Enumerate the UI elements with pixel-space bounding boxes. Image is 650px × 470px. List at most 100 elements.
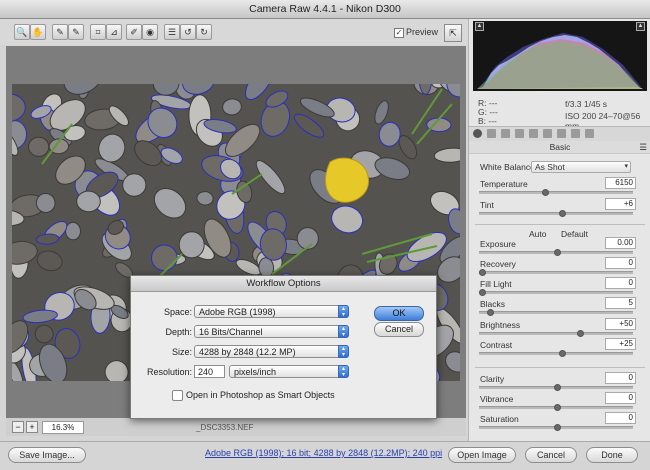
slider-thumb[interactable]: [558, 210, 566, 217]
value-field-exposure[interactable]: 0.00: [605, 237, 636, 249]
tab-hsl-icon[interactable]: [515, 129, 524, 138]
slider-thumb[interactable]: [554, 249, 561, 256]
slider-thumb[interactable]: [542, 189, 549, 196]
slider-thumb[interactable]: [554, 424, 561, 431]
readout-b: B: ---: [478, 116, 497, 126]
depth-select[interactable]: 16 Bits/Channel ▴ ▾: [194, 325, 349, 338]
zoom-in-button[interactable]: +: [26, 421, 38, 433]
retouch-tool-icon[interactable]: ✐: [126, 24, 142, 40]
tab-camera-calibration-icon[interactable]: [557, 129, 566, 138]
resolution-input[interactable]: 240: [194, 365, 225, 378]
size-value: 4288 by 2848 (12.2 MP): [199, 347, 296, 357]
preview-checkbox[interactable]: ✓ Preview: [394, 27, 438, 38]
slider-recovery[interactable]: [479, 269, 633, 276]
panel-tabs: [469, 126, 650, 142]
chevron-down-icon: ▾: [624, 163, 628, 170]
slider-label-contrast: Contrast: [480, 340, 513, 350]
panel-title: Basic ☰: [469, 141, 650, 154]
zoom-out-button[interactable]: −: [12, 421, 24, 433]
dialog-title: Workflow Options: [131, 276, 436, 292]
dialog-cancel-button[interactable]: Cancel: [374, 322, 424, 337]
space-select[interactable]: Adobe RGB (1998) ▴ ▾: [194, 305, 349, 318]
slider-exposure[interactable]: [479, 249, 633, 256]
auto-link[interactable]: Auto: [529, 229, 547, 239]
size-select[interactable]: 4288 by 2848 (12.2 MP) ▴ ▾: [194, 345, 349, 358]
resolution-unit-select[interactable]: pixels/inch ▴ ▾: [229, 365, 349, 378]
tab-lens-corrections-icon[interactable]: [543, 129, 552, 138]
smart-objects-checkbox[interactable]: [172, 390, 183, 401]
slider-thumb[interactable]: [486, 309, 494, 316]
tab-split-toning-icon[interactable]: [529, 129, 538, 138]
highlight-clipping-icon[interactable]: ▲: [636, 22, 645, 31]
value-field-saturation[interactable]: 0: [605, 412, 636, 424]
divider: [475, 367, 645, 368]
panel-menu-icon[interactable]: ☰: [639, 141, 647, 153]
slider-label-brightness: Brightness: [480, 320, 521, 330]
space-value: Adobe RGB (1998): [199, 307, 276, 317]
slider-thumb[interactable]: [479, 269, 486, 276]
value-field-tint[interactable]: +6: [605, 198, 636, 210]
tab-presets-icon[interactable]: [571, 129, 580, 138]
cancel-button[interactable]: Cancel: [525, 447, 577, 463]
zoom-level-field[interactable]: 16.3%: [42, 421, 84, 434]
open-image-button[interactable]: Open Image: [448, 447, 516, 463]
canvas-status-bar: − + 16.3% _DSC3353.NEF: [6, 418, 466, 436]
slider-thumb[interactable]: [576, 330, 584, 337]
tab-snapshots-icon[interactable]: [585, 129, 594, 138]
preferences-icon[interactable]: ☰: [164, 24, 180, 40]
slider-fill-light[interactable]: [479, 289, 633, 296]
done-button[interactable]: Done: [586, 447, 638, 463]
straighten-tool-icon[interactable]: ⊿: [106, 24, 122, 40]
rotate-right-icon[interactable]: ↻: [196, 24, 212, 40]
color-sampler-tool-icon[interactable]: ✎: [68, 24, 84, 40]
resolution-unit-value: pixels/inch: [234, 367, 277, 377]
slider-label-saturation: Saturation: [480, 414, 519, 424]
save-image-button[interactable]: Save Image...: [8, 447, 86, 463]
rotate-left-icon[interactable]: ↺: [180, 24, 196, 40]
fullscreen-icon: ⇱: [449, 28, 457, 38]
slider-vibrance[interactable]: [479, 404, 633, 411]
value-field-recovery[interactable]: 0: [605, 257, 636, 269]
shadow-clipping-icon[interactable]: ▲: [475, 22, 484, 31]
slider-tint[interactable]: [479, 210, 633, 217]
white-balance-tool-icon[interactable]: ✎: [52, 24, 68, 40]
preview-check-icon[interactable]: ✓: [394, 27, 404, 38]
value-field-contrast[interactable]: +25: [605, 338, 636, 350]
slider-contrast[interactable]: [479, 350, 633, 357]
slider-clarity[interactable]: [479, 384, 633, 391]
slider-label-clarity: Clarity: [480, 374, 505, 384]
value-field-clarity[interactable]: 0: [605, 372, 636, 384]
slider-blacks[interactable]: [479, 309, 633, 316]
red-eye-tool-icon[interactable]: ◉: [142, 24, 158, 40]
workflow-options-dialog: Workflow Options Space: Adobe RGB (1998)…: [130, 275, 437, 419]
slider-brightness[interactable]: [479, 330, 633, 337]
value-field-brightness[interactable]: +50: [605, 318, 636, 330]
window-title: Camera Raw 4.4.1 - Nikon D300: [249, 3, 401, 15]
zoom-tool-icon[interactable]: 🔍: [14, 24, 30, 40]
white-balance-label: White Balance:: [480, 162, 538, 172]
crop-tool-icon[interactable]: ⌗: [90, 24, 106, 40]
value-field-vibrance[interactable]: 0: [605, 392, 636, 404]
chevron-updown-icon: ▴ ▾: [338, 305, 349, 318]
histogram: ▲ ▲: [473, 21, 647, 91]
slider-thumb[interactable]: [479, 289, 486, 296]
tab-tone-curve-icon[interactable]: [487, 129, 496, 138]
adjustments-panel: ▲ ▲ R: --- G: --- B: --- f/3.3 1/45 s IS…: [468, 19, 650, 441]
value-field-temperature[interactable]: 6150: [605, 177, 636, 189]
white-balance-select[interactable]: As Shot ▾: [531, 161, 631, 173]
value-field-blacks[interactable]: 5: [605, 297, 636, 309]
default-link[interactable]: Default: [561, 229, 588, 239]
tab-detail-icon[interactable]: [501, 129, 510, 138]
value-field-fill-light[interactable]: 0: [605, 277, 636, 289]
fullscreen-button[interactable]: ⇱: [444, 24, 462, 42]
chevron-updown-icon: ▴ ▾: [338, 345, 349, 358]
slider-thumb[interactable]: [554, 384, 561, 391]
slider-saturation[interactable]: [479, 424, 633, 431]
workflow-options-link[interactable]: Adobe RGB (1998); 16 bit; 4288 by 2848 (…: [205, 448, 442, 458]
ok-button[interactable]: OK: [374, 306, 424, 321]
tab-basic-icon[interactable]: [473, 129, 482, 138]
slider-thumb[interactable]: [558, 350, 566, 357]
slider-temperature[interactable]: [479, 189, 633, 196]
slider-thumb[interactable]: [554, 404, 561, 411]
hand-tool-icon[interactable]: ✋: [30, 24, 46, 40]
